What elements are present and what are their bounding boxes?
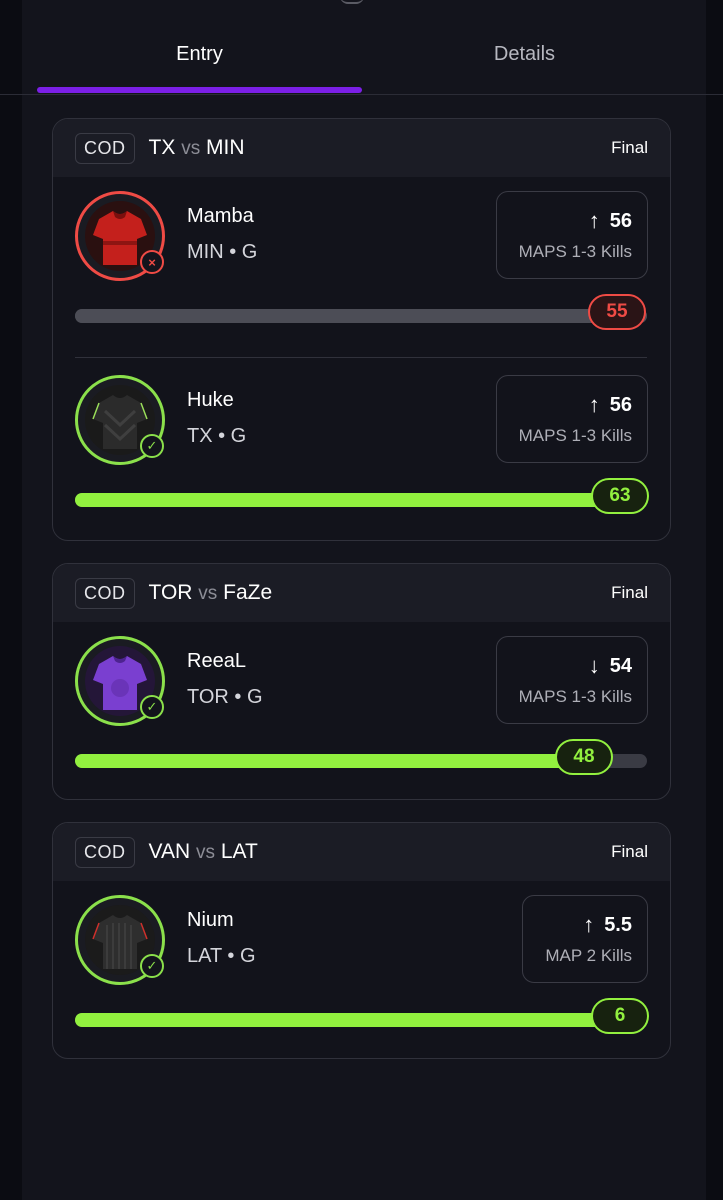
pick-row[interactable]: ✓ ReeaL TOR • G ↓ 54 MAPS 1-3 Kills 48 — [53, 622, 670, 799]
stat-label: MAPS 1-3 Kills — [518, 687, 632, 706]
team-a: VAN — [148, 840, 191, 863]
player-name: Nium — [187, 909, 234, 931]
projection-value: 5.5 — [604, 913, 632, 936]
active-tab-indicator — [37, 87, 362, 93]
player-name: Mamba — [187, 205, 254, 227]
team-b: LAT — [220, 840, 258, 863]
player-avatar: ✓ — [75, 375, 165, 465]
tab-entry[interactable]: Entry — [37, 36, 362, 72]
player-avatar: × — [75, 191, 165, 281]
progress-fill — [75, 309, 647, 323]
pick-row[interactable]: ✓ Huke TX • G ↑ 56 MAPS 1-3 Kills 63 — [53, 361, 670, 540]
progress-fill — [75, 754, 585, 768]
check-icon: ✓ — [140, 695, 164, 719]
team-b: FaZe — [223, 581, 273, 604]
game-badge: COD — [75, 577, 135, 609]
projection-value: 56 — [609, 393, 632, 416]
matchup: TOR vs FaZe — [149, 581, 273, 605]
result-pill: 6 — [591, 998, 649, 1034]
stat-label: MAPS 1-3 Kills — [518, 242, 632, 261]
game-badge: COD — [75, 836, 135, 868]
result-pill: 63 — [591, 478, 649, 514]
player-team: LAT • G — [187, 945, 256, 967]
tab-divider — [0, 94, 723, 95]
tab-bar: Entry Details — [0, 0, 723, 96]
stat-label: MAP 2 Kills — [545, 946, 632, 965]
match-header: COD TOR vs FaZe Final — [53, 564, 670, 622]
player-team: TOR • G — [187, 686, 263, 708]
result-pill: 55 — [588, 294, 646, 330]
match-card-tx-min: COD TX vs MIN Final × Mamba MIN • G ↑ 56… — [52, 118, 671, 541]
progress-fill — [75, 1013, 647, 1027]
match-card-tor-faze: COD TOR vs FaZe Final ✓ ReeaL TOR • G ↓ — [52, 563, 671, 800]
team-b: MIN — [206, 136, 245, 159]
match-header: COD TX vs MIN Final — [53, 119, 670, 177]
stat-label: MAPS 1-3 Kills — [518, 426, 632, 445]
check-icon: ✓ — [140, 954, 164, 978]
vs-label: vs — [181, 138, 201, 159]
projection-value: 54 — [609, 654, 632, 677]
arrow-up-icon: ↑ — [583, 912, 595, 937]
progress-fill — [75, 493, 647, 507]
result-pill: 48 — [555, 739, 613, 775]
player-avatar: ✓ — [75, 636, 165, 726]
match-status: Final — [611, 583, 648, 602]
tab-details[interactable]: Details — [362, 36, 687, 72]
player-name: ReeaL — [187, 650, 246, 672]
projection-box: ↑ 5.5 MAP 2 Kills — [522, 895, 648, 983]
team-a: TOR — [148, 581, 193, 604]
vs-label: vs — [195, 842, 215, 863]
pick-divider — [75, 357, 647, 358]
progress-track — [75, 493, 647, 507]
match-status: Final — [611, 138, 648, 157]
vs-label: vs — [198, 583, 218, 604]
pick-row[interactable]: × Mamba MIN • G ↑ 56 MAPS 1-3 Kills 55 — [53, 177, 670, 361]
matchup: TX vs MIN — [149, 136, 245, 160]
pick-row[interactable]: ✓ Nium LAT • G ↑ 5.5 MAP 2 Kills 6 — [53, 881, 670, 1058]
check-icon: ✓ — [140, 434, 164, 458]
player-team: TX • G — [187, 425, 247, 447]
arrow-down-icon: ↓ — [588, 653, 600, 678]
projection-box: ↑ 56 MAPS 1-3 Kills — [496, 191, 648, 279]
matchup: VAN vs LAT — [149, 840, 258, 864]
player-name: Huke — [187, 389, 234, 411]
game-badge: COD — [75, 132, 135, 164]
match-status: Final — [611, 842, 648, 861]
projection-box: ↓ 54 MAPS 1-3 Kills — [496, 636, 648, 724]
match-card-van-lat: COD VAN vs LAT Final ✓ Nium LAT • G ↑ 5.… — [52, 822, 671, 1059]
player-avatar: ✓ — [75, 895, 165, 985]
loss-icon: × — [140, 250, 164, 274]
progress-track — [75, 309, 647, 323]
arrow-up-icon: ↑ — [588, 208, 600, 233]
team-a: TX — [148, 136, 176, 159]
player-team: MIN • G — [187, 241, 258, 263]
projection-box: ↑ 56 MAPS 1-3 Kills — [496, 375, 648, 463]
match-header: COD VAN vs LAT Final — [53, 823, 670, 881]
progress-track — [75, 1013, 647, 1027]
arrow-up-icon: ↑ — [588, 392, 600, 417]
projection-value: 56 — [609, 209, 632, 232]
